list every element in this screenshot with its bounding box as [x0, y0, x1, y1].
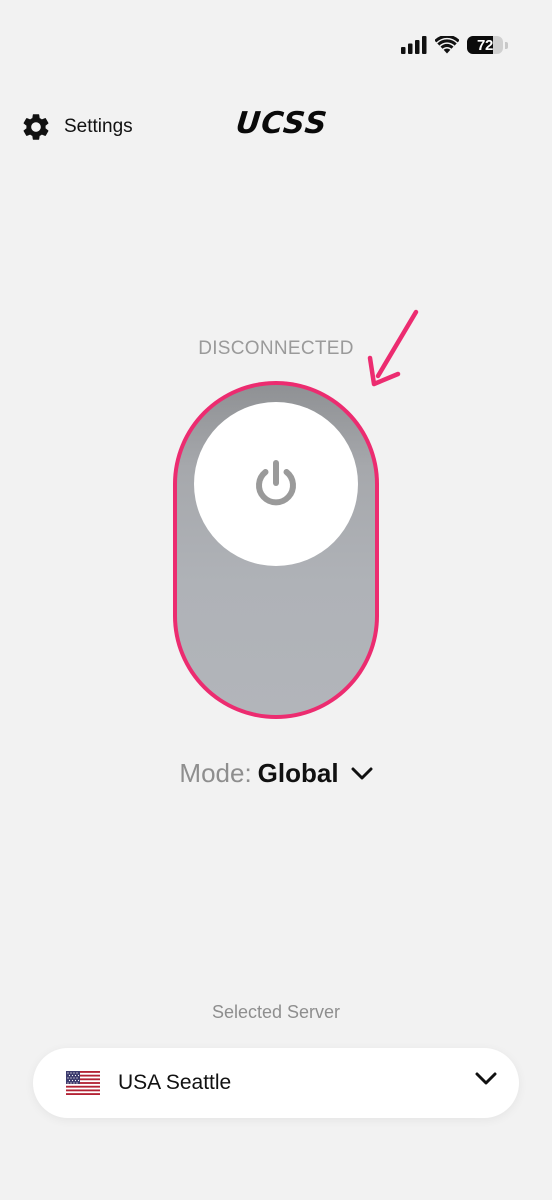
mode-label: Mode:	[179, 758, 252, 788]
status-bar: 72	[401, 30, 508, 60]
selected-server-label: Selected Server	[211, 1002, 341, 1022]
annotation-arrow-icon	[367, 309, 419, 387]
settings-button[interactable]: Settings	[20, 104, 133, 150]
mode-selector[interactable]: Mode: Global	[0, 758, 552, 789]
chevron-down-icon	[351, 767, 373, 781]
mode-value: Global	[257, 758, 339, 788]
app-logo: UCSS	[234, 106, 330, 141]
header: Settings UCSS	[20, 104, 532, 150]
gear-icon	[23, 114, 49, 140]
wifi-icon	[435, 36, 459, 54]
connection-toggle[interactable]	[177, 385, 375, 715]
connection-status-text: DISCONNECTED	[198, 338, 354, 359]
battery-icon: 72	[467, 36, 503, 54]
server-selector[interactable]: USA Seattle	[33, 1048, 519, 1118]
power-icon	[256, 460, 296, 506]
chevron-down-icon	[475, 1072, 497, 1085]
toggle-knob[interactable]	[194, 402, 358, 566]
connection-toggle-outline	[173, 381, 379, 719]
settings-label: Settings	[64, 116, 133, 137]
cellular-signal-icon	[401, 36, 427, 54]
us-flag-icon	[66, 1071, 100, 1095]
server-name: USA Seattle	[118, 1071, 232, 1094]
battery-level: 72	[476, 36, 494, 54]
